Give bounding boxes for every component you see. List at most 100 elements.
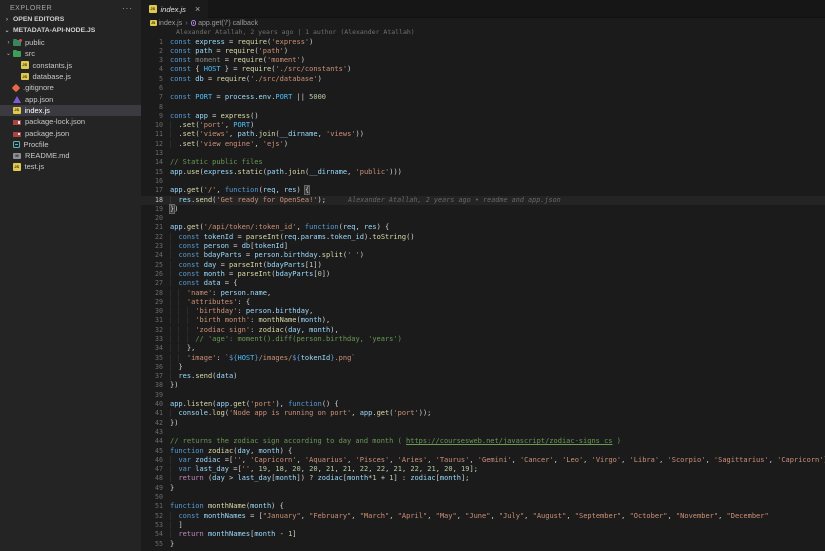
tree-item-.gitignore[interactable]: .gitignore xyxy=(0,82,141,93)
tree-item-public[interactable]: ›public xyxy=(0,37,141,48)
code-line-12[interactable]: 12 .set('view engine', 'ejs') xyxy=(141,140,825,149)
code-line-38[interactable]: 38}) xyxy=(141,381,825,390)
tree-item-src[interactable]: ⌄src xyxy=(0,48,141,59)
line-number: 35 xyxy=(141,354,170,363)
code-line-7[interactable]: 7const PORT = process.env.PORT || 5000 xyxy=(141,93,825,102)
code-text: const moment = require('moment') xyxy=(170,56,305,65)
code-line-26[interactable]: 26 const month = parseInt(bdayParts[0]) xyxy=(141,270,825,279)
code-line-20[interactable]: 20 xyxy=(141,214,825,223)
code-line-44[interactable]: 44// returns the zodiac sign according t… xyxy=(141,437,825,446)
code-line-29[interactable]: 29 'attributes': { xyxy=(141,298,825,307)
code-line-30[interactable]: 30 'birthday': person.birthday, xyxy=(141,307,825,316)
code-line-19[interactable]: 19}) xyxy=(141,205,825,214)
code-line-51[interactable]: 51function monthName(month) { xyxy=(141,502,825,511)
code-line-50[interactable]: 50 xyxy=(141,493,825,502)
line-number: 20 xyxy=(141,214,170,223)
code-line-37[interactable]: 37 res.send(data) xyxy=(141,372,825,381)
code-line-10[interactable]: 10 .set('port', PORT) xyxy=(141,121,825,130)
code-line-13[interactable]: 13 xyxy=(141,149,825,158)
breadcrumb-file[interactable]: JS index.js xyxy=(150,20,182,27)
tree-item-Procfile[interactable]: Procfile xyxy=(0,139,141,150)
code-text: const day = parseInt(bdayParts[1]) xyxy=(170,261,322,270)
code-line-22[interactable]: 22 const tokenId = parseInt(req.params.t… xyxy=(141,233,825,242)
codelens-annotation[interactable]: Alexander Atallah, 2 years ago | 1 autho… xyxy=(141,28,825,38)
app-json-icon xyxy=(13,96,21,103)
file-label: constants.js xyxy=(33,61,73,70)
tree-item-package-lock.json[interactable]: package-lock.json xyxy=(0,116,141,127)
line-number: 53 xyxy=(141,521,170,530)
code-line-47[interactable]: 47 var last_day =['', 19, 18, 20, 20, 21… xyxy=(141,465,825,474)
tree-item-test.js[interactable]: JStest.js xyxy=(0,161,141,172)
breadcrumb-symbol[interactable]: app.get('/') callback xyxy=(191,20,258,27)
code-line-14[interactable]: 14// Static public files xyxy=(141,158,825,167)
line-number: 37 xyxy=(141,372,170,381)
chevron-down-icon: ⌄ xyxy=(3,27,11,34)
line-number: 24 xyxy=(141,251,170,260)
code-line-45[interactable]: 45function zodiac(day, month) { xyxy=(141,447,825,456)
code-text: app.listen(app.get('port'), function() { xyxy=(170,400,339,409)
tree-item-app.json[interactable]: app.json xyxy=(0,93,141,104)
code-line-54[interactable]: 54 return monthNames[month - 1] xyxy=(141,530,825,539)
code-text: const PORT = process.env.PORT || 5000 xyxy=(170,93,326,102)
code-line-39[interactable]: 39 xyxy=(141,391,825,400)
code-line-23[interactable]: 23 const person = db[tokenId] xyxy=(141,242,825,251)
code-line-18[interactable]: 18 res.send('Get ready for OpenSea!');Al… xyxy=(141,196,825,205)
code-line-6[interactable]: 6 xyxy=(141,84,825,93)
code-line-2[interactable]: 2const path = require('path') xyxy=(141,47,825,56)
tree-item-package.json[interactable]: package.json xyxy=(0,127,141,138)
git-blame-annotation: Alexander Atallah, 2 years ago • readme … xyxy=(348,196,561,204)
code-line-36[interactable]: 36 } xyxy=(141,363,825,372)
tree-item-constants.js[interactable]: JSconstants.js xyxy=(0,60,141,71)
code-line-16[interactable]: 16 xyxy=(141,177,825,186)
line-number: 31 xyxy=(141,316,170,325)
js-file-icon: JS xyxy=(13,107,21,115)
code-line-9[interactable]: 9const app = express() xyxy=(141,112,825,121)
tree-item-README.md[interactable]: MREADME.md xyxy=(0,150,141,161)
explorer-title: EXPLORER xyxy=(10,5,52,12)
tree-item-index.js[interactable]: JSindex.js xyxy=(0,105,141,116)
code-line-40[interactable]: 40app.listen(app.get('port'), function()… xyxy=(141,400,825,409)
code-line-4[interactable]: 4const { HOST } = require('./src/constan… xyxy=(141,65,825,74)
code-line-8[interactable]: 8 xyxy=(141,103,825,112)
code-line-32[interactable]: 32 'zodiac sign': zodiac(day, month), xyxy=(141,326,825,335)
code-line-48[interactable]: 48 return (day > last_day[month]) ? zodi… xyxy=(141,474,825,483)
line-number: 43 xyxy=(141,428,170,437)
code-line-24[interactable]: 24 const bdayParts = person.birthday.spl… xyxy=(141,251,825,260)
js-file-icon: JS xyxy=(149,5,157,13)
code-text: return (day > last_day[month]) ? zodiac[… xyxy=(170,474,469,483)
code-line-41[interactable]: 41 console.log('Node app is running on p… xyxy=(141,409,825,418)
code-line-5[interactable]: 5const db = require('./src/database') xyxy=(141,75,825,84)
code-line-49[interactable]: 49} xyxy=(141,484,825,493)
tree-item-database.js[interactable]: JSdatabase.js xyxy=(0,71,141,82)
code-line-42[interactable]: 42}) xyxy=(141,419,825,428)
tab-index-js[interactable]: JS index.js × xyxy=(141,0,208,18)
code-line-3[interactable]: 3const moment = require('moment') xyxy=(141,56,825,65)
code-line-28[interactable]: 28 'name': person.name, xyxy=(141,289,825,298)
line-number: 48 xyxy=(141,474,170,483)
code-line-43[interactable]: 43 xyxy=(141,428,825,437)
code-line-17[interactable]: 17app.get('/', function(req, res) { xyxy=(141,186,825,195)
close-icon[interactable]: × xyxy=(195,5,200,14)
code-line-11[interactable]: 11 .set('views', path.join(__dirname, 'v… xyxy=(141,130,825,139)
folder-icon xyxy=(13,40,21,46)
code-line-52[interactable]: 52 const monthNames = ["January", "Febru… xyxy=(141,512,825,521)
code-text: const month = parseInt(bdayParts[0]) xyxy=(170,270,330,279)
workspace-section[interactable]: ⌄ METADATA-API-NODE.JS xyxy=(0,25,141,36)
code-text: } xyxy=(170,363,183,372)
code-line-27[interactable]: 27 const data = { xyxy=(141,279,825,288)
code-line-21[interactable]: 21app.get('/api/token/:token_id', functi… xyxy=(141,223,825,232)
code-line-15[interactable]: 15app.use(express.static(path.join(__dir… xyxy=(141,168,825,177)
code-line-33[interactable]: 33 // 'age': moment().diff(person.birthd… xyxy=(141,335,825,344)
more-actions-icon[interactable]: ··· xyxy=(122,4,133,13)
line-number: 42 xyxy=(141,419,170,428)
open-editors-section[interactable]: › OPEN EDITORS xyxy=(0,14,141,25)
code-line-31[interactable]: 31 'birth month': monthName(month), xyxy=(141,316,825,325)
code-line-1[interactable]: 1const express = require('express') xyxy=(141,38,825,47)
code-line-34[interactable]: 34 }, xyxy=(141,344,825,353)
code-line-25[interactable]: 25 const day = parseInt(bdayParts[1]) xyxy=(141,261,825,270)
code-line-46[interactable]: 46 var zodiac =['', 'Capricorn', 'Aquari… xyxy=(141,456,825,465)
line-number: 15 xyxy=(141,168,170,177)
code-line-53[interactable]: 53 ] xyxy=(141,521,825,530)
code-line-55[interactable]: 55} xyxy=(141,540,825,549)
code-line-35[interactable]: 35 'image': `${HOST}/images/${tokenId}.p… xyxy=(141,354,825,363)
